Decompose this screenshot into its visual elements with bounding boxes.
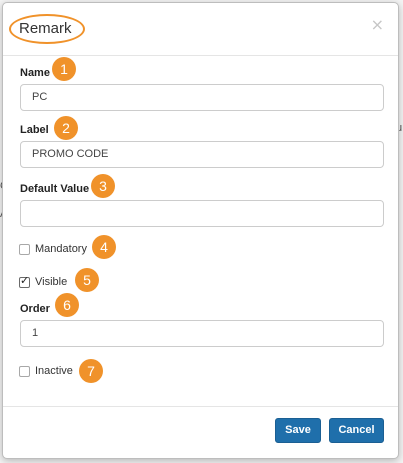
modal-title: Remark bbox=[19, 20, 72, 37]
remark-modal: Remark × Name 1 PC Label 2 PROMO CODE De… bbox=[2, 2, 399, 459]
order-field[interactable]: 1 bbox=[20, 320, 384, 347]
mandatory-checkbox[interactable] bbox=[19, 244, 30, 255]
annotation-badge-6: 6 bbox=[55, 293, 79, 317]
annotation-badge-7: 7 bbox=[79, 359, 103, 383]
annotation-badge-4: 4 bbox=[92, 235, 116, 259]
default-value-label: Default Value bbox=[20, 183, 90, 195]
annotation-badge-2: 2 bbox=[54, 116, 78, 140]
visible-label: Visible bbox=[35, 276, 68, 288]
annotation-badge-1: 1 bbox=[52, 57, 76, 81]
modal-header: Remark × bbox=[3, 3, 398, 56]
inactive-label: Inactive bbox=[35, 365, 73, 377]
cancel-button[interactable]: Cancel bbox=[329, 418, 384, 443]
order-label: Order bbox=[20, 303, 50, 315]
annotation-badge-5: 5 bbox=[75, 268, 99, 292]
default-value-field[interactable] bbox=[20, 200, 384, 227]
save-button[interactable]: Save bbox=[275, 418, 321, 443]
label-label: Label bbox=[20, 124, 49, 136]
name-label: Name bbox=[20, 67, 50, 79]
modal-footer-divider bbox=[3, 406, 398, 407]
visible-checkbox[interactable] bbox=[19, 274, 30, 288]
name-field[interactable]: PC bbox=[20, 84, 384, 111]
annotation-badge-3: 3 bbox=[91, 174, 115, 198]
inactive-checkbox[interactable] bbox=[19, 366, 30, 377]
label-field[interactable]: PROMO CODE bbox=[20, 141, 384, 168]
mandatory-label: Mandatory bbox=[35, 243, 87, 255]
close-icon[interactable]: × bbox=[371, 15, 384, 34]
